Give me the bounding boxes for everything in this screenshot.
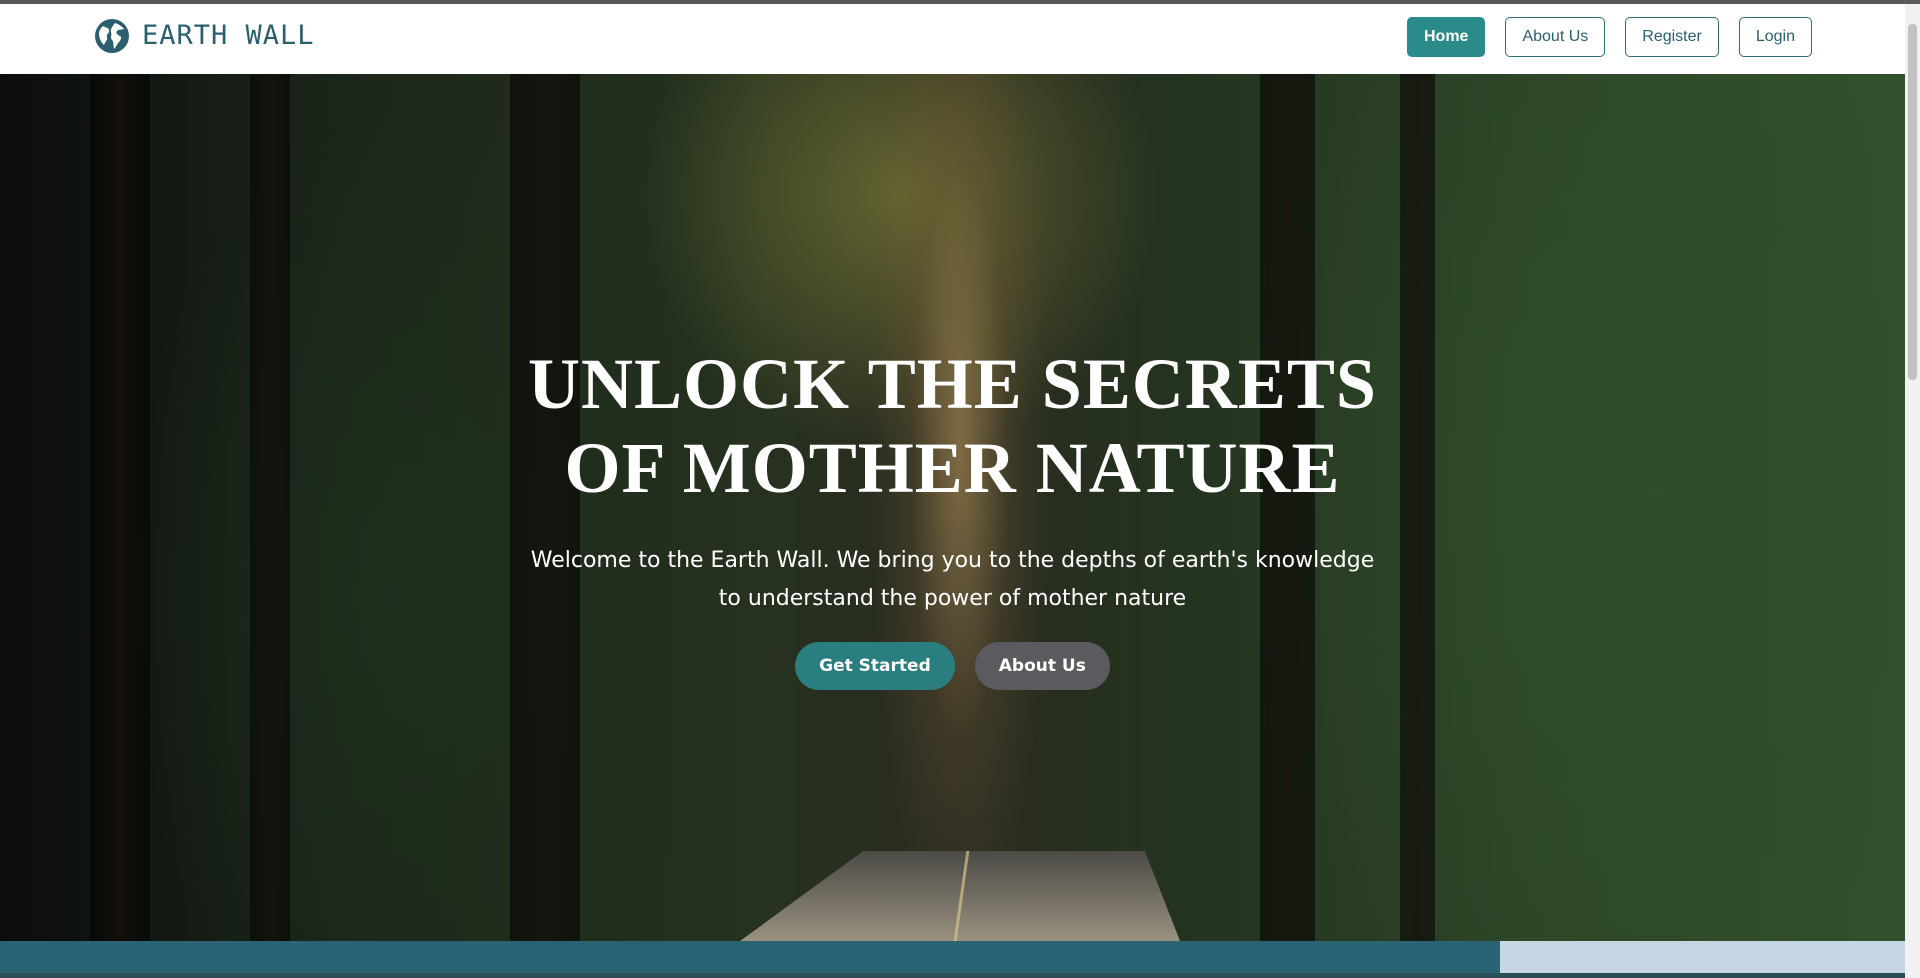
next-section-band-light bbox=[1500, 941, 1905, 973]
hero-about-us-button[interactable]: About Us bbox=[974, 642, 1110, 690]
main-nav: Home About Us Register Login bbox=[1407, 17, 1812, 57]
nav-about-us-button[interactable]: About Us bbox=[1505, 17, 1606, 57]
hero-subtitle: Welcome to the Earth Wall. We bring you … bbox=[530, 548, 1375, 611]
brand-name: EARTH WALL bbox=[142, 20, 315, 51]
hero-content: UNLOCK THE SECRETS OF MOTHER NATURE Welc… bbox=[0, 74, 1905, 941]
brand-logo[interactable]: EARTH WALL bbox=[94, 18, 315, 54]
scrollbar-thumb[interactable] bbox=[1908, 24, 1917, 380]
hero-section: UNLOCK THE SECRETS OF MOTHER NATURE Welc… bbox=[0, 74, 1905, 941]
globe-icon bbox=[95, 19, 129, 53]
nav-login-button[interactable]: Login bbox=[1738, 17, 1812, 57]
next-section-band bbox=[0, 941, 1500, 973]
next-section-edge bbox=[0, 973, 1905, 978]
hero-actions: Get Started About Us bbox=[795, 642, 1110, 690]
get-started-button[interactable]: Get Started bbox=[795, 642, 955, 690]
nav-register-button[interactable]: Register bbox=[1625, 17, 1719, 57]
hero-title: UNLOCK THE SECRETS OF MOTHER NATURE bbox=[528, 344, 1377, 508]
navbar: EARTH WALL Home About Us Register Login bbox=[0, 4, 1905, 74]
page-scrollbar[interactable] bbox=[1905, 4, 1920, 978]
nav-home-button[interactable]: Home bbox=[1407, 17, 1486, 57]
